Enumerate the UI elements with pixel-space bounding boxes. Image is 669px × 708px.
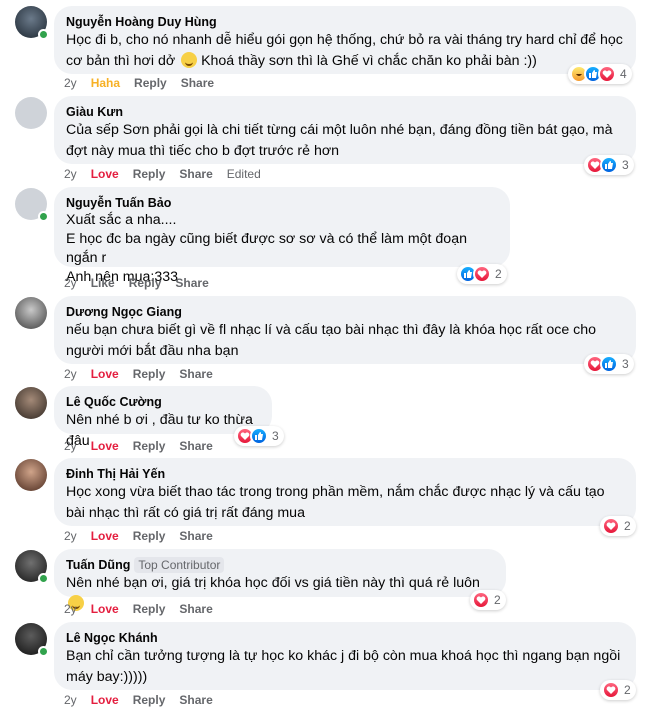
reaction-count: 2 xyxy=(624,683,631,697)
like-reaction-icon xyxy=(600,156,618,174)
comment-time[interactable]: 2y xyxy=(64,367,77,381)
comment-author[interactable]: Lê Quốc Cường xyxy=(66,394,260,410)
reaction-summary[interactable]: 2 xyxy=(600,516,636,536)
react-button[interactable]: Love xyxy=(91,602,119,616)
comment-bubble: Dương Ngọc Giang nếu bạn chưa biết gì về… xyxy=(54,296,636,364)
share-button[interactable]: Share xyxy=(179,693,212,707)
comment-bubble: Nguyễn Tuấn Bảo Xuất sắc a nha.... E học… xyxy=(54,187,510,285)
comment-text: nếu bạn chưa biết gì về fl nhạc lí và cấ… xyxy=(66,322,597,359)
comment-author[interactable]: Nguyễn Hoàng Duy Hùng xyxy=(66,14,624,30)
comment-time[interactable]: 2y xyxy=(64,602,77,616)
react-button[interactable]: Like xyxy=(91,276,115,290)
reaction-count: 2 xyxy=(494,593,501,607)
online-status-dot xyxy=(38,211,49,222)
comment-text: Bạn chỉ cần tưởng tượng là tự học ko khá… xyxy=(66,648,621,685)
comment-time[interactable]: 2y xyxy=(64,76,77,90)
reaction-summary[interactable]: 2 xyxy=(457,264,507,284)
reply-button[interactable]: Reply xyxy=(129,276,162,290)
like-reaction-icon xyxy=(250,427,268,445)
love-reaction-icon xyxy=(602,681,620,699)
love-reaction-icon xyxy=(598,65,616,83)
comment-actions: 2y Love Reply Share xyxy=(64,601,227,617)
avatar[interactable] xyxy=(15,623,49,657)
reaction-count: 3 xyxy=(272,429,279,443)
avatar[interactable] xyxy=(15,297,47,329)
comment-text: Học xong vừa biết thao tác trong trong p… xyxy=(66,484,605,521)
online-status-dot xyxy=(38,573,49,584)
share-button[interactable]: Share xyxy=(179,167,212,181)
reaction-count: 2 xyxy=(624,519,631,533)
online-status-dot xyxy=(38,646,49,657)
comment-bubble: Nguyễn Hoàng Duy Hùng Học đi b, cho nó n… xyxy=(54,6,636,74)
comment-bubble: Giàu Kưn Của sếp Sơn phải gọi là chi tiế… xyxy=(54,96,636,164)
comment-actions: 2y Love Reply Share xyxy=(64,528,227,544)
comment-actions: 2y Love Reply Share xyxy=(64,692,227,708)
comment-actions: 2y Love Reply Share xyxy=(64,438,227,454)
comment-time[interactable]: 2y xyxy=(64,693,77,707)
avatar[interactable] xyxy=(15,188,49,222)
avatar[interactable] xyxy=(15,550,49,584)
love-reaction-icon xyxy=(602,517,620,535)
love-reaction-icon xyxy=(473,265,491,283)
share-button[interactable]: Share xyxy=(179,439,212,453)
avatar[interactable] xyxy=(15,459,47,491)
comment-author[interactable]: Lê Ngọc Khánh xyxy=(66,630,624,646)
comment-text: Học đi b, cho nó nhanh dễ hiểu gói gọn h… xyxy=(66,32,623,69)
comment-author[interactable]: Đinh Thị Hải Yến xyxy=(66,466,624,482)
reply-button[interactable]: Reply xyxy=(134,76,167,90)
share-button[interactable]: Share xyxy=(179,529,212,543)
comment-time[interactable]: 2y xyxy=(64,276,77,290)
edited-label: Edited xyxy=(226,167,261,181)
comment-text: Của sếp Sơn phải gọi là chi tiết từng cá… xyxy=(66,122,613,159)
share-button[interactable]: Share xyxy=(175,276,208,290)
react-button[interactable]: Love xyxy=(91,439,119,453)
comment-author[interactable]: Giàu Kưn xyxy=(66,104,624,120)
reaction-summary[interactable]: 3 xyxy=(584,354,634,374)
reply-button[interactable]: Reply xyxy=(133,167,166,181)
reaction-count: 4 xyxy=(620,67,627,81)
reply-button[interactable]: Reply xyxy=(133,367,166,381)
comment-author[interactable]: Tuấn Dũng Top Contributor xyxy=(66,557,494,573)
comment-bubble: Tuấn Dũng Top Contributor Nên nhé bạn ơi,… xyxy=(54,549,506,611)
reply-button[interactable]: Reply xyxy=(133,693,166,707)
love-reaction-icon xyxy=(472,591,490,609)
react-button[interactable]: Love xyxy=(91,693,119,707)
online-status-dot xyxy=(38,29,49,40)
reaction-summary[interactable]: 2 xyxy=(470,590,506,610)
reaction-summary[interactable]: 4 xyxy=(568,64,632,84)
reaction-count: 2 xyxy=(495,267,502,281)
comment-author[interactable]: Dương Ngọc Giang xyxy=(66,304,624,320)
comment-time[interactable]: 2y xyxy=(64,167,77,181)
react-button[interactable]: Love xyxy=(91,529,119,543)
avatar[interactable] xyxy=(15,97,47,129)
reply-button[interactable]: Reply xyxy=(133,439,166,453)
comment-actions: 2y Haha Reply Share xyxy=(64,75,228,91)
reaction-count: 3 xyxy=(622,158,629,172)
comment-author[interactable]: Nguyễn Tuấn Bảo xyxy=(66,195,498,211)
share-button[interactable]: Share xyxy=(179,367,212,381)
avatar[interactable] xyxy=(15,387,47,419)
reaction-count: 3 xyxy=(622,357,629,371)
reaction-summary[interactable]: 2 xyxy=(600,680,636,700)
top-contributor-badge: Top Contributor xyxy=(134,557,225,573)
react-button[interactable]: Haha xyxy=(91,76,120,90)
react-button[interactable]: Love xyxy=(91,167,119,181)
reply-button[interactable]: Reply xyxy=(133,529,166,543)
comment-actions: 2y Like Reply Share xyxy=(64,275,223,291)
comment-bubble: Lê Ngọc Khánh Bạn chỉ cần tưởng tượng là… xyxy=(54,622,636,690)
comment-bubble: Đinh Thị Hải Yến Học xong vừa biết thao … xyxy=(54,458,636,526)
comment-actions: 2y Love Reply Share xyxy=(64,366,227,382)
comment-time[interactable]: 2y xyxy=(64,529,77,543)
share-button[interactable]: Share xyxy=(181,76,214,90)
comment-time[interactable]: 2y xyxy=(64,439,77,453)
smile-emoji-icon xyxy=(181,52,198,68)
reply-button[interactable]: Reply xyxy=(133,602,166,616)
avatar[interactable] xyxy=(15,6,49,40)
like-reaction-icon xyxy=(600,355,618,373)
comment-actions: 2y Love Reply Share Edited xyxy=(64,166,275,182)
reaction-summary[interactable]: 3 xyxy=(234,426,284,446)
reaction-summary[interactable]: 3 xyxy=(584,155,634,175)
share-button[interactable]: Share xyxy=(179,602,212,616)
react-button[interactable]: Love xyxy=(91,367,119,381)
